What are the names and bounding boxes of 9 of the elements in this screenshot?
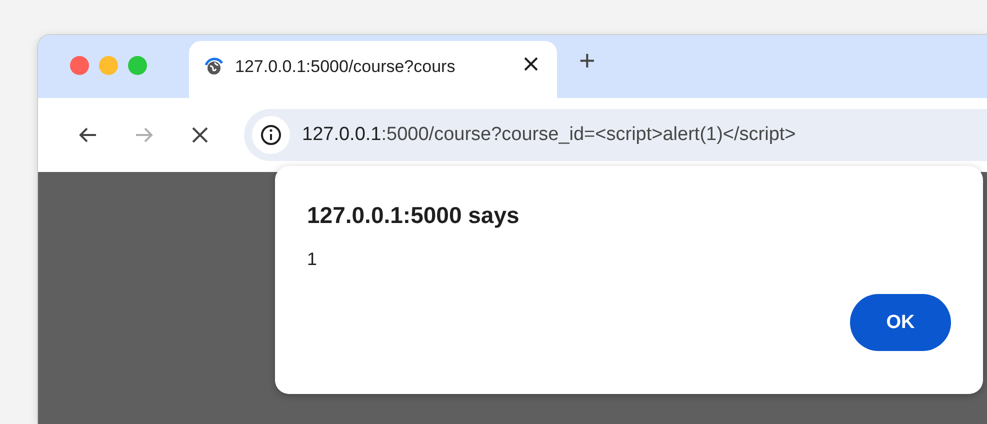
new-tab-button[interactable]: + — [579, 44, 596, 76]
dialog-title: 127.0.0.1:5000 says — [307, 202, 520, 229]
back-icon[interactable] — [78, 125, 98, 145]
info-icon[interactable] — [260, 124, 282, 146]
dialog-message: 1 — [307, 249, 318, 270]
ok-button[interactable]: OK — [850, 294, 951, 351]
address-bar[interactable]: 127.0.0.1:5000/course?course_id=<script>alert(1)</script> — [244, 109, 987, 161]
stop-icon[interactable] — [191, 126, 209, 144]
browser-tab[interactable]: 127.0.0.1:5000/course?cours — [189, 41, 557, 98]
